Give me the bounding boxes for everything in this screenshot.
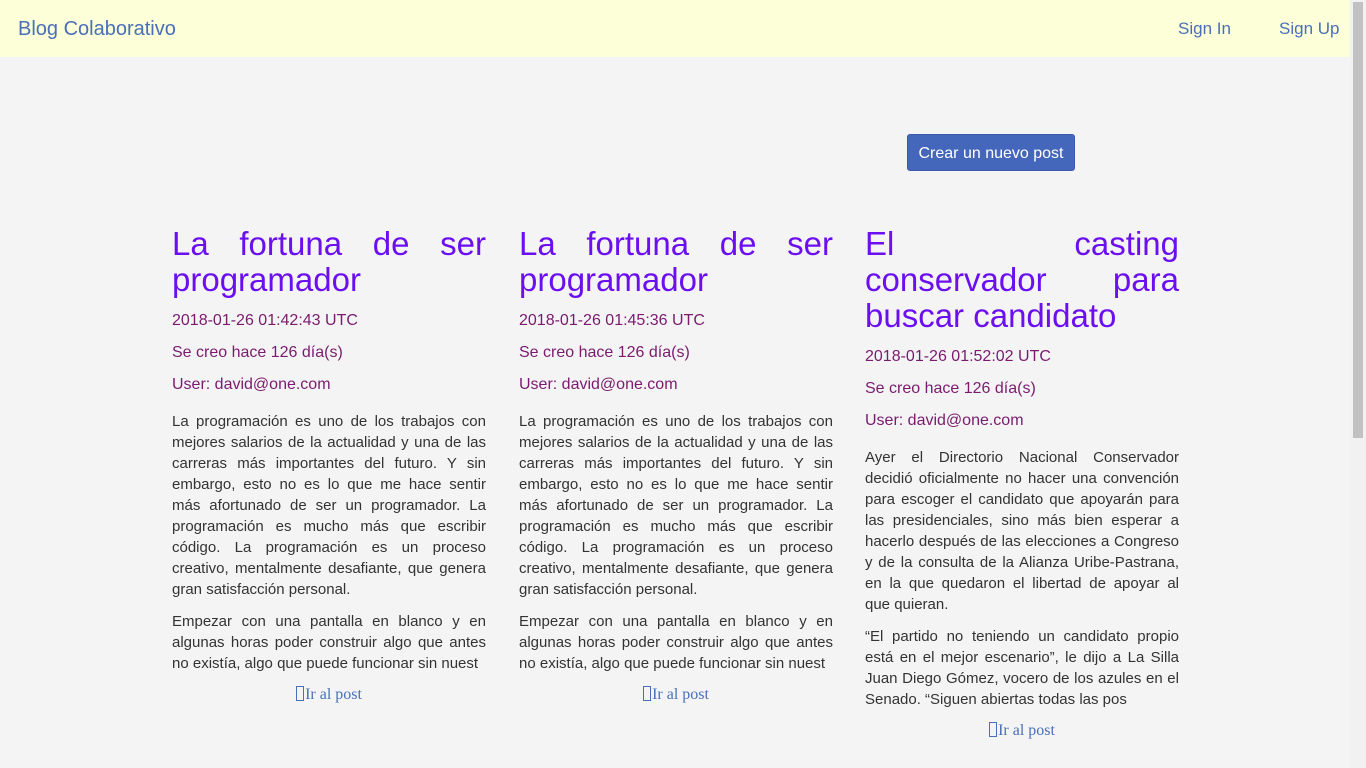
link-icon	[989, 722, 998, 737]
link-icon	[643, 686, 652, 701]
post-title[interactable]: La fortuna de ser programador	[519, 226, 833, 298]
post-paragraph: Ayer el Directorio Nacional Conservador …	[865, 449, 1179, 613]
post-title[interactable]: La fortuna de ser programador	[172, 226, 486, 298]
post-age: Se creo hace 126 día(s)	[865, 380, 1036, 397]
post-age: Se creo hace 126 día(s)	[519, 344, 690, 361]
post-timestamp: 2018-01-26 01:52:02 UTC	[865, 348, 1051, 365]
post-paragraph: Empezar con una pantalla en blanco y en …	[172, 613, 486, 672]
link-icon	[296, 686, 305, 701]
post-title[interactable]: El casting conservador para buscar candi…	[865, 226, 1179, 334]
read-post-link[interactable]: Ir al post	[172, 686, 486, 704]
scrollbar-thumb[interactable]	[1353, 2, 1363, 438]
post-paragraph: “El partido no teniendo un candidato pro…	[865, 628, 1179, 708]
post-paragraph: Empezar con una pantalla en blanco y en …	[519, 613, 833, 672]
post-timestamp: 2018-01-26 01:42:43 UTC	[172, 312, 358, 329]
sign-in-link[interactable]: Sign In	[1178, 18, 1231, 40]
read-post-label: Ir al post	[652, 686, 709, 703]
post-timestamp: 2018-01-26 01:45:36 UTC	[519, 312, 705, 329]
read-post-label: Ir al post	[305, 686, 362, 703]
post-paragraph: La programación es uno de los trabajos c…	[172, 413, 486, 598]
post-card: La fortuna de ser programador 2018-01-26…	[172, 226, 486, 704]
post-card: El casting conservador para buscar candi…	[865, 226, 1179, 740]
post-user: User: david@one.com	[865, 412, 1024, 429]
post-user: User: david@one.com	[172, 376, 331, 393]
create-post-button[interactable]: Crear un nuevo post	[907, 134, 1075, 171]
post-paragraph: La programación es uno de los trabajos c…	[519, 413, 833, 598]
top-navbar: Blog Colaborativo Sign In Sign Up	[0, 0, 1350, 57]
read-post-label: Ir al post	[998, 722, 1055, 739]
read-post-link[interactable]: Ir al post	[865, 722, 1179, 740]
page-scrollbar[interactable]	[1350, 0, 1366, 768]
post-card: La fortuna de ser programador 2018-01-26…	[519, 226, 833, 704]
sign-up-link[interactable]: Sign Up	[1279, 18, 1339, 40]
brand-link[interactable]: Blog Colaborativo	[18, 16, 176, 42]
read-post-link[interactable]: Ir al post	[519, 686, 833, 704]
post-user: User: david@one.com	[519, 376, 678, 393]
post-age: Se creo hace 126 día(s)	[172, 344, 343, 361]
